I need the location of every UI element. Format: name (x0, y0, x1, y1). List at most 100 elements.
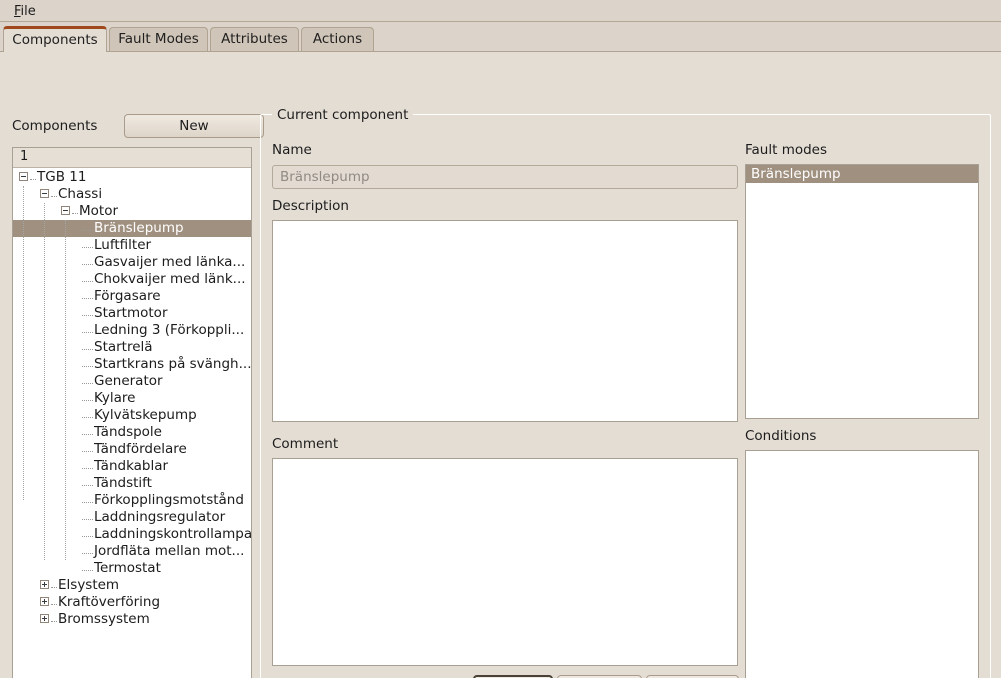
tree-item[interactable]: Tändstift (13, 475, 251, 492)
description-textarea[interactable] (272, 220, 738, 422)
tree-item-label: Jordfläta mellan mot... (94, 543, 245, 559)
tree-guide-line (44, 203, 45, 560)
tree-connector-icon (82, 425, 93, 435)
tree-connector-icon (82, 340, 93, 350)
comment-textarea[interactable] (272, 458, 738, 666)
tree-item-label: Ledning 3 (Förkoppli... (94, 322, 245, 338)
tree-connector-icon (82, 272, 93, 282)
tree-connector-icon (82, 527, 93, 537)
tree-item[interactable]: Chokvaijer med länk... (13, 271, 251, 288)
tree-connector-icon (51, 595, 57, 605)
tree-item-label: Förkopplingsmotstånd (94, 492, 244, 508)
tree-item-label: Startmotor (94, 305, 168, 321)
tree-connector-icon (82, 408, 93, 418)
component-tree-body[interactable]: TGB 11 Chassi Motor Bränslepump Luftfilter Ga… (13, 169, 251, 678)
tree-item[interactable]: Termostat (13, 560, 251, 577)
tree-item[interactable]: Jordfläta mellan mot... (13, 543, 251, 560)
fault-modes-list[interactable]: Bränslepump (745, 164, 979, 419)
tree-item[interactable]: Tändspole (13, 424, 251, 441)
tree-item-label: Elsystem (58, 577, 120, 593)
tree-item[interactable]: Förgasare (13, 288, 251, 305)
name-label: Name (272, 142, 312, 158)
tree-item[interactable]: Tändfördelare (13, 441, 251, 458)
fault-modes-label: Fault modes (745, 142, 828, 158)
tree-connector-icon (82, 221, 93, 231)
tree-item[interactable]: Motor (13, 203, 251, 220)
tree-item[interactable]: Generator (13, 373, 251, 390)
tab-components[interactable]: Components (3, 26, 107, 52)
tree-item[interactable]: Chassi (13, 186, 251, 203)
tree-item[interactable]: Gasvaijer med länka... (13, 254, 251, 271)
tree-item[interactable]: TGB 11 (13, 169, 251, 186)
tree-item[interactable]: Bromssystem (13, 611, 251, 628)
tree-connector-icon (82, 306, 93, 316)
tab-bar: Components Fault Modes Attributes Action… (0, 26, 1001, 52)
tab-attributes[interactable]: Attributes (210, 27, 299, 52)
tree-connector-icon (82, 323, 93, 333)
tree-expand-icon[interactable] (40, 613, 49, 623)
new-button[interactable]: New (124, 114, 264, 138)
tree-connector-icon (82, 510, 93, 520)
tree-expand-icon[interactable] (40, 596, 49, 606)
menu-bar: File (0, 0, 1001, 22)
tree-item[interactable]: Kylvätskepump (13, 407, 251, 424)
tab-fault-modes[interactable]: Fault Modes (109, 27, 208, 52)
name-input[interactable] (272, 165, 738, 189)
tab-panel-components: Components New 1 TGB 11 Chassi Motor Bränsl… (0, 52, 1001, 678)
tree-item[interactable]: Tändkablar (13, 458, 251, 475)
tree-item[interactable]: Kylare (13, 390, 251, 407)
tree-item[interactable]: Ledning 3 (Förkoppli... (13, 322, 251, 339)
comment-label: Comment (272, 436, 339, 452)
conditions-list[interactable] (745, 450, 979, 678)
fault-mode-item[interactable]: Bränslepump (746, 165, 978, 183)
tree-item-label: Startrelä (94, 339, 153, 355)
tree-connector-icon (82, 391, 93, 401)
component-tree-column-header[interactable]: 1 (13, 148, 251, 168)
tree-item[interactable]: Laddningsregulator (13, 509, 251, 526)
tree-item[interactable]: Bränslepump (13, 220, 251, 237)
tree-item-label: Tändfördelare (94, 441, 187, 457)
tree-collapse-icon[interactable] (40, 188, 49, 198)
tree-item-label: Laddningskontrollampa (94, 526, 252, 542)
tree-item-label: Chassi (58, 186, 103, 202)
tree-item-label: Motor (79, 203, 119, 219)
tree-connector-icon (82, 544, 93, 554)
tree-item[interactable]: Startmotor (13, 305, 251, 322)
tree-item[interactable]: Startrelä (13, 339, 251, 356)
tree-item[interactable]: Luftfilter (13, 237, 251, 254)
tree-item-label: Bränslepump (94, 220, 184, 236)
current-component-title: Current component (272, 107, 414, 123)
tree-item-label: Kylare (94, 390, 136, 406)
tree-item-label: TGB 11 (37, 169, 87, 185)
tree-item[interactable]: Förkopplingsmotstånd (13, 492, 251, 509)
tree-guide-line (23, 186, 24, 500)
tree-item-label: Kraftöverföring (58, 594, 161, 610)
tree-item[interactable]: Elsystem (13, 577, 251, 594)
tree-item-label: Termostat (94, 560, 161, 576)
tree-connector-icon (82, 561, 93, 571)
tree-item-label: Startkrans på svängh... (94, 356, 252, 372)
tree-item-label: Kylvätskepump (94, 407, 197, 423)
description-label: Description (272, 198, 349, 214)
conditions-label: Conditions (745, 428, 817, 444)
tree-item-label: Förgasare (94, 288, 161, 304)
tree-expand-icon[interactable] (40, 579, 49, 589)
tree-connector-icon (82, 238, 93, 248)
component-tree[interactable]: 1 TGB 11 Chassi Motor Bränslepump Luftfilter… (12, 147, 252, 678)
tree-connector-icon (30, 170, 36, 180)
tree-item-label: Tändstift (94, 475, 152, 491)
menu-item-file[interactable]: File (8, 2, 42, 21)
tree-collapse-icon[interactable] (19, 171, 28, 181)
tree-collapse-icon[interactable] (61, 205, 70, 215)
tree-item-label: Generator (94, 373, 163, 389)
tree-connector-icon (82, 459, 93, 469)
application-window: File Components Fault Modes Attributes A… (0, 0, 1001, 678)
tree-connector-icon (72, 204, 78, 214)
tree-item[interactable]: Kraftöverföring (13, 594, 251, 611)
tree-guide-line (65, 220, 66, 560)
tree-connector-icon (82, 493, 93, 503)
tree-item[interactable]: Laddningskontrollampa (13, 526, 251, 543)
tree-item[interactable]: Startkrans på svängh... (13, 356, 251, 373)
tab-actions[interactable]: Actions (301, 27, 374, 52)
tree-connector-icon (82, 255, 93, 265)
